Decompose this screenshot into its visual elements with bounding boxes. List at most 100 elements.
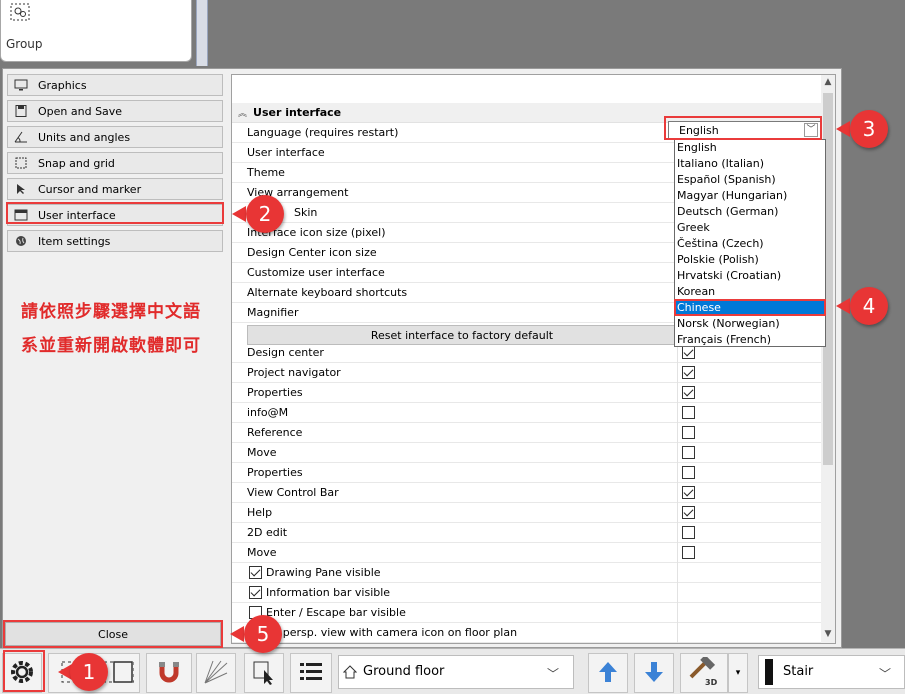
arrow-up-icon — [597, 660, 619, 687]
nav-cursor-and-marker[interactable]: Cursor and marker — [7, 178, 223, 200]
floor-up-button[interactable] — [588, 653, 628, 693]
grid-row-check[interactable]: Properties — [232, 463, 822, 483]
checkbox[interactable] — [682, 446, 695, 459]
list-view-button[interactable] — [290, 653, 332, 693]
floor-down-button[interactable] — [634, 653, 674, 693]
language-option[interactable]: Français (French) — [675, 332, 825, 348]
nav-graphics[interactable]: Graphics — [7, 74, 223, 96]
language-option[interactable]: Greek — [675, 220, 825, 236]
caret-down-icon: ▾ — [735, 668, 741, 678]
panel-edge — [196, 0, 208, 66]
nav-units-and-angles[interactable]: Units and angles — [7, 126, 223, 148]
stair-select-value: Stair — [783, 664, 814, 679]
language-option[interactable]: Korean — [675, 284, 825, 300]
language-option[interactable]: Polskie (Polish) — [675, 252, 825, 268]
hammer-3d-icon: 3D — [687, 654, 721, 690]
snap-grid-icon — [14, 157, 28, 169]
angle-lines-icon — [203, 659, 229, 688]
color-swatch — [765, 659, 773, 685]
language-option[interactable]: Deutsch (German) — [675, 204, 825, 220]
nav-snap-and-grid[interactable]: Snap and grid — [7, 152, 223, 174]
nav-label: Item settings — [38, 234, 111, 248]
checkbox[interactable] — [249, 566, 262, 579]
language-option[interactable]: Norsk (Norwegian) — [675, 316, 825, 332]
chevron-down-icon[interactable]: ﹀ — [879, 665, 891, 682]
3d-build-button[interactable]: 3D — [680, 653, 728, 693]
annotation-text-line1: 請依照步驟選擇中文語 — [21, 302, 201, 322]
nav-item-settings[interactable]: Item settings — [7, 230, 223, 252]
checkbox[interactable] — [682, 426, 695, 439]
language-option[interactable]: Magyar (Hungarian) — [675, 188, 825, 204]
language-option[interactable]: Italiano (Italian) — [675, 156, 825, 172]
grid-row-check[interactable]: View Control Bar — [232, 483, 822, 503]
nav-label: Open and Save — [38, 104, 123, 118]
cursor-icon — [14, 183, 28, 195]
group-card[interactable]: Group — [0, 0, 192, 62]
checkbox[interactable] — [682, 546, 695, 559]
nav-label: Units and angles — [38, 130, 131, 144]
grid-row-check[interactable]: Move — [232, 543, 822, 563]
checkbox[interactable] — [682, 466, 695, 479]
highlight-gear — [3, 650, 45, 692]
monitor-icon — [14, 79, 28, 91]
svg-text:3D: 3D — [705, 678, 718, 687]
language-option[interactable]: English — [675, 140, 825, 156]
floppy-icon — [14, 105, 28, 117]
highlight-chinese — [674, 299, 826, 316]
nav-open-and-save[interactable]: Open and Save — [7, 100, 223, 122]
cursor-icon — [251, 659, 277, 688]
callout-2: 2 — [246, 195, 284, 233]
chevron-down-icon[interactable]: ﹀ — [547, 665, 559, 682]
grid-row-check[interactable]: Reference — [232, 423, 822, 443]
checkbox[interactable] — [682, 366, 695, 379]
annotation-text-line2: 系並重新開啟軟體即可 — [21, 336, 201, 356]
highlight-language-select — [664, 116, 822, 140]
section-title: User interface — [253, 106, 342, 119]
reset-interface-button[interactable]: Reset interface to factory default — [247, 325, 677, 345]
callout-5: 5 — [244, 615, 282, 653]
language-option[interactable]: Hrvatski (Croatian) — [675, 268, 825, 284]
callout-3: 3 — [850, 110, 888, 148]
checkbox[interactable] — [682, 486, 695, 499]
floor-select[interactable]: Ground floor ﹀ — [338, 655, 574, 689]
highlight-close — [3, 620, 223, 648]
nav-label: Graphics — [38, 78, 87, 92]
grid-row-inline-check[interactable]: Drawing Pane visible — [232, 563, 822, 583]
callout-1: 1 — [70, 653, 108, 691]
globe-icon — [14, 235, 28, 247]
list-icon — [298, 660, 324, 687]
checkbox[interactable] — [682, 506, 695, 519]
grid-row-check[interactable]: Help — [232, 503, 822, 523]
group-icon — [8, 2, 32, 22]
grid-row-check[interactable]: Project navigator — [232, 363, 822, 383]
grid-row-check[interactable]: Properties — [232, 383, 822, 403]
checkbox[interactable] — [682, 386, 695, 399]
angle-snap-button[interactable] — [196, 653, 236, 693]
scroll-up-icon[interactable]: ▲ — [821, 77, 835, 91]
scroll-down-icon[interactable]: ▼ — [821, 629, 835, 643]
floor-select-value: Ground floor — [363, 664, 445, 679]
checkbox[interactable] — [249, 586, 262, 599]
group-label: Group — [6, 37, 43, 51]
house-icon — [342, 665, 358, 682]
highlight-user-interface — [6, 202, 224, 224]
cursor-select-button[interactable] — [244, 653, 284, 693]
language-option[interactable]: Čeština (Czech) — [675, 236, 825, 252]
arrow-down-icon — [643, 660, 665, 687]
magnet-icon — [156, 659, 182, 688]
snap-magnet-button[interactable] — [146, 653, 192, 693]
bottom-toolbar: Ground floor ﹀ 3D ▾ Stair ﹀ — [0, 648, 905, 694]
grid-row-check[interactable]: info@M — [232, 403, 822, 423]
checkbox[interactable] — [682, 406, 695, 419]
grid-row-check[interactable]: 2D edit — [232, 523, 822, 543]
nav-label: Snap and grid — [38, 156, 115, 170]
grid-row-inline-check[interactable]: Information bar visible — [232, 583, 822, 603]
checkbox[interactable] — [682, 526, 695, 539]
grid-row-check[interactable]: Move — [232, 443, 822, 463]
grid-row-inline-check[interactable]: Enter / Escape bar visible — [232, 603, 822, 623]
grid-row-inline-check[interactable]: ay persp. view with camera icon on floor… — [232, 623, 822, 643]
stair-select[interactable]: Stair ﹀ — [758, 655, 905, 689]
collapse-chevron-icon[interactable]: ︽ — [238, 106, 247, 119]
language-option[interactable]: Español (Spanish) — [675, 172, 825, 188]
3d-build-dropdown[interactable]: ▾ — [728, 653, 748, 693]
